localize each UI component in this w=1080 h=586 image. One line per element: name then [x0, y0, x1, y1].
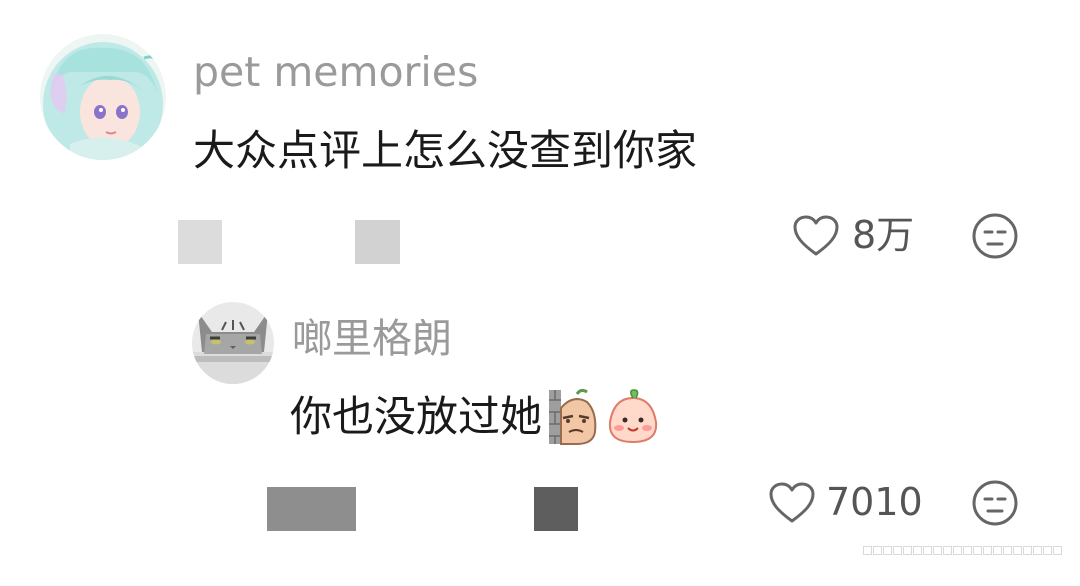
avatar[interactable]: [192, 302, 274, 384]
like-button[interactable]: 7010: [768, 479, 928, 527]
avatar-image: [192, 302, 274, 384]
reply-username[interactable]: 啷里格朗: [292, 314, 452, 364]
expressionless-face-icon[interactable]: [971, 212, 1019, 260]
like-count: 8万: [852, 213, 915, 257]
redacted-block: [267, 487, 356, 531]
comment-text: 大众点评上怎么没查到你家: [193, 126, 698, 175]
heart-outline-icon: [793, 215, 839, 256]
heart-outline-icon: [769, 482, 815, 523]
redacted-block: [178, 220, 222, 264]
reply-text: 你也没放过她: [290, 392, 543, 441]
comment-username[interactable]: pet memories: [193, 46, 478, 98]
like-count: 7010: [826, 480, 923, 524]
sticker-peeking-wall-icon: [549, 388, 597, 445]
avatar[interactable]: [40, 34, 166, 160]
sticker-blushing-peach-icon: [609, 389, 658, 444]
redacted-block: [534, 487, 578, 531]
expressionless-face-icon[interactable]: [971, 479, 1019, 527]
redacted-block: [355, 220, 400, 264]
avatar-image: [40, 34, 166, 160]
watermark-dots: [863, 546, 1068, 556]
like-button[interactable]: 8万: [792, 212, 922, 260]
reply-content: 你也没放过她: [290, 387, 660, 447]
